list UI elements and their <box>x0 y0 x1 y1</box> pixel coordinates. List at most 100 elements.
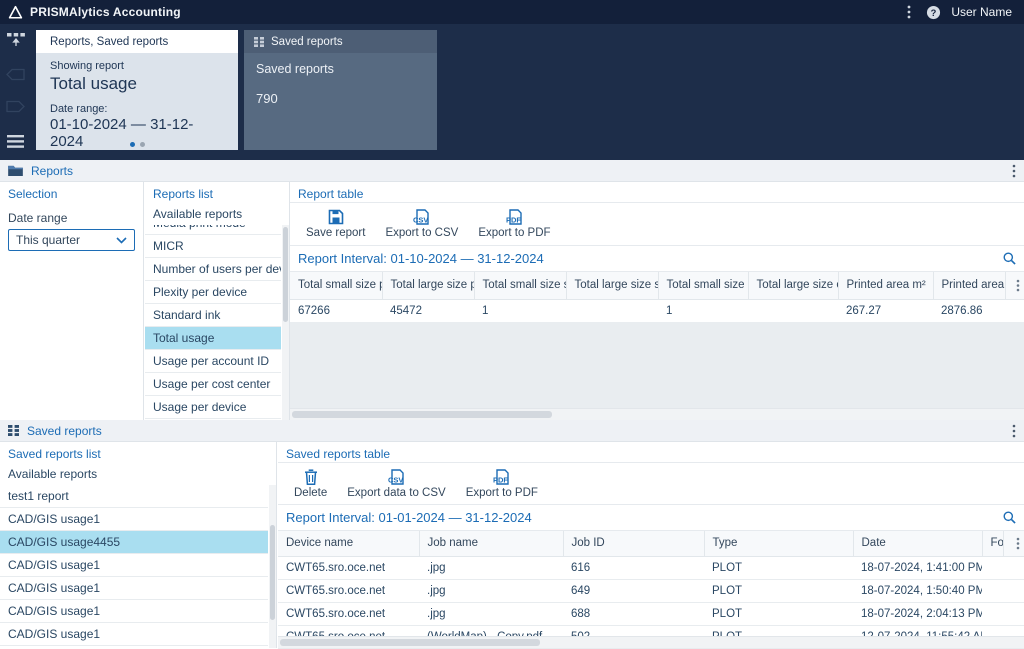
column-header-filler <box>1002 531 1024 557</box>
help-icon[interactable]: ? <box>921 0 945 24</box>
save-report-button[interactable]: Save report <box>296 207 375 241</box>
report-table-hscrollbar-track <box>290 408 1024 420</box>
pdf-icon: PDF <box>493 469 510 485</box>
tag-left-icon[interactable] <box>6 66 25 83</box>
table-row: CWT65.sro.oce.net .jpg 688 PLOT 18-07-2024, … <box>278 602 1024 626</box>
user-menu[interactable]: User Name <box>951 5 1012 19</box>
table-cell: 616 <box>563 556 704 580</box>
column-header[interactable]: Total large size p... <box>381 272 474 300</box>
export-pdf-button[interactable]: PDF Export to PDF <box>456 467 548 501</box>
column-header[interactable]: Type <box>703 531 853 557</box>
reports-list-title: Reports list <box>153 187 214 201</box>
delete-button[interactable]: Delete <box>284 467 337 501</box>
selection-panel: Selection Date range This quarter <box>0 182 144 420</box>
report-list-item[interactable]: Standard ink <box>145 304 281 327</box>
report-list-item[interactable]: Plexity per device <box>145 281 281 304</box>
trash-icon <box>304 469 317 485</box>
date-range-field-label: Date range <box>8 211 68 225</box>
reports-list-scrollbar-thumb[interactable] <box>283 227 288 322</box>
export-csv-button[interactable]: CSV Export to CSV <box>375 207 468 241</box>
date-range-select-value: This quarter <box>16 233 81 247</box>
saved-reports-list: test1 report CAD/GIS usage1 CAD/GIS usage4… <box>0 485 268 648</box>
reports-card-header: Reports, Saved reports <box>36 30 238 53</box>
column-header[interactable]: Fo <box>981 531 1003 557</box>
app-header: PRISMAlytics Accounting ? User Name <box>0 0 1024 24</box>
report-list-item[interactable]: Usage per cost center <box>145 373 281 396</box>
table-cell: PLOT <box>704 556 853 580</box>
table-cell: 2876.86 <box>933 299 1005 323</box>
pager-dot-active[interactable] <box>129 142 135 147</box>
saved-table-hscrollbar-thumb[interactable] <box>280 639 540 646</box>
pager-dot[interactable] <box>139 142 145 147</box>
saved-list-scrollbar-track <box>269 485 276 648</box>
search-icon[interactable] <box>1003 511 1016 524</box>
reports-list-scrollbar-track <box>282 225 289 420</box>
saved-section-menu-icon[interactable] <box>1012 424 1016 438</box>
report-list-item[interactable]: Total usage <box>145 327 281 350</box>
reports-section-title: Reports <box>31 163 74 178</box>
saved-report-list-item[interactable]: CAD/GIS usage1 <box>0 623 268 646</box>
report-list-item[interactable]: Usage per account ID <box>145 350 281 373</box>
column-header[interactable]: Printed area m² <box>837 272 933 300</box>
column-header[interactable]: Date <box>852 531 982 557</box>
saved-report-list-item[interactable]: CAD/GIS usage1 <box>0 508 268 531</box>
saved-report-list-item[interactable]: CAD/GIS usage1 <box>0 577 268 600</box>
saved-reports-table: Device name Job name Job ID Type Date Fo CWT6… <box>278 531 1024 649</box>
csv-icon: CSV <box>413 209 430 225</box>
column-header[interactable]: Device name <box>278 531 419 557</box>
pdf-icon: PDF <box>506 209 522 225</box>
reports-section-menu-icon[interactable] <box>1012 164 1016 178</box>
table-cell: 649 <box>563 579 704 603</box>
report-list-item[interactable]: Usage per device <box>145 396 281 419</box>
saved-list-scrollbar-thumb[interactable] <box>270 525 275 620</box>
hamburger-menu-icon[interactable] <box>6 133 25 150</box>
card-pagination <box>36 142 238 147</box>
column-header[interactable]: Job ID <box>562 531 704 557</box>
table-cell: 1 <box>658 299 748 323</box>
column-header[interactable]: Total small size c... <box>657 272 748 300</box>
table-cell: 688 <box>563 602 704 626</box>
report-table-header-row: Total small size p...Total large size p.… <box>290 272 1024 300</box>
column-header[interactable]: Total large size s... <box>565 272 658 300</box>
overflow-menu-icon[interactable] <box>897 0 921 24</box>
report-table-body: 67266 45472 1 1 267.27 2876.86 <box>290 299 1024 323</box>
saved-report-interval-row: Report Interval: 01-01-2024 — 31-12-2024 <box>278 505 1024 531</box>
column-header[interactable]: Total small size p... <box>290 272 382 300</box>
tag-right-icon[interactable] <box>6 98 25 115</box>
saved-report-interval-text: Report Interval: 01-01-2024 — 31-12-2024 <box>286 510 532 525</box>
saved-report-list-item[interactable]: CAD/GIS usage4455 <box>0 531 268 554</box>
chevron-down-icon <box>116 236 127 244</box>
column-header[interactable]: Printed area... <box>932 272 1005 300</box>
report-list-item[interactable]: Number of users per device <box>145 258 281 281</box>
saved-report-list-item[interactable]: CAD/GIS usage1 <box>0 554 268 577</box>
sidebar <box>0 24 30 160</box>
cell-filler <box>1005 299 1024 323</box>
export-pdf-button[interactable]: PDF Export to PDF <box>468 207 560 241</box>
saved-reports-summary-card[interactable]: Saved reports Saved reports 790 <box>244 30 437 150</box>
column-header[interactable]: Total large size c... <box>747 272 838 300</box>
saved-table-columns-menu-icon[interactable] <box>1016 537 1020 550</box>
report-table-hscrollbar-thumb[interactable] <box>292 411 552 418</box>
saved-card-header: Saved reports <box>244 30 437 53</box>
reports-summary-card[interactable]: Reports, Saved reports Showing report To… <box>36 30 238 150</box>
cell-filler <box>1003 579 1024 603</box>
hierarchy-icon[interactable] <box>6 32 25 49</box>
cell-filler <box>1003 602 1024 626</box>
export-data-csv-button[interactable]: CSV Export data to CSV <box>337 467 455 501</box>
folder-icon <box>8 165 23 176</box>
table-cell: 1 <box>474 299 566 323</box>
report-table-empty-area <box>290 322 1024 408</box>
table-cell: CWT65.sro.oce.net <box>278 556 419 580</box>
saved-report-list-item[interactable]: test1 report <box>0 485 268 508</box>
report-list-item[interactable]: MICR <box>145 235 281 258</box>
report-list-item[interactable]: Media print mode <box>145 225 281 235</box>
saved-report-list-item[interactable]: CAD/GIS usage1 <box>0 600 268 623</box>
search-icon[interactable] <box>1003 252 1016 265</box>
report-table-columns-menu-icon[interactable] <box>1016 279 1020 292</box>
table-cell: 45472 <box>382 299 474 323</box>
column-header[interactable]: Job name <box>418 531 563 557</box>
column-header[interactable]: Total small size s... <box>473 272 566 300</box>
selection-panel-title: Selection <box>8 187 58 201</box>
date-range-select[interactable]: This quarter <box>8 229 135 251</box>
report-table-title: Report table <box>290 182 1024 203</box>
